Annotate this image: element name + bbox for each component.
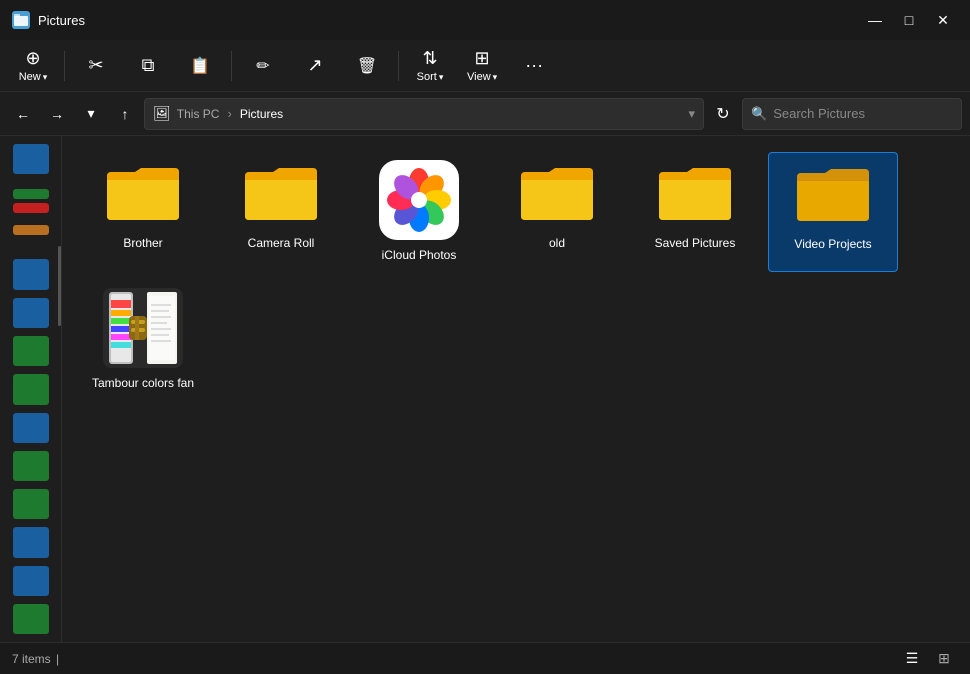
- main-content: Brother Camera Roll: [0, 136, 970, 642]
- folder-icon-video-projects: [793, 161, 873, 229]
- search-placeholder: Search Pictures: [773, 106, 865, 121]
- more-button[interactable]: ···: [509, 44, 559, 88]
- folder-icon-brother: [103, 160, 183, 228]
- folder-icon-saved-pictures: [655, 160, 735, 228]
- sidebar-item-3[interactable]: [13, 203, 49, 213]
- divider-2: [231, 51, 232, 81]
- address-pictures: Pictures: [240, 107, 283, 121]
- sidebar-item-9[interactable]: [13, 413, 49, 443]
- copy-button[interactable]: ⧉: [123, 44, 173, 88]
- forward-button[interactable]: →: [42, 99, 72, 129]
- sidebar-item-1[interactable]: [13, 144, 49, 174]
- sidebar-scrollbar[interactable]: [58, 246, 61, 326]
- view-toggle: ☰ ⊞: [898, 645, 958, 673]
- sort-icon: ⇅: [422, 48, 437, 69]
- file-label-saved-pictures: Saved Pictures: [655, 236, 736, 252]
- share-icon: ↗: [307, 55, 322, 76]
- status-bar: 7 items | ☰ ⊞: [0, 642, 970, 674]
- new-icon: ⊕: [25, 48, 40, 69]
- cut-button[interactable]: ✂: [71, 44, 121, 88]
- rename-button[interactable]: ✏: [238, 44, 288, 88]
- divider-3: [398, 51, 399, 81]
- sidebar-item-8[interactable]: [13, 374, 49, 404]
- sidebar-item-6[interactable]: [13, 298, 49, 328]
- file-item-old[interactable]: old: [492, 152, 622, 272]
- address-dropdown-icon[interactable]: ▾: [688, 106, 695, 122]
- sidebar-item-2[interactable]: [13, 189, 49, 199]
- file-item-icloud[interactable]: iCloud Photos: [354, 152, 484, 272]
- file-item-video-projects[interactable]: Video Projects: [768, 152, 898, 272]
- recent-button[interactable]: ▾: [76, 99, 106, 129]
- maximize-button[interactable]: □: [894, 5, 924, 35]
- app-icon: [12, 11, 30, 29]
- new-button[interactable]: ⊕ New ▾: [8, 44, 58, 88]
- file-label-camera-roll: Camera Roll: [248, 236, 315, 252]
- divider-1: [64, 51, 65, 81]
- window-title: Pictures: [38, 13, 85, 28]
- window-controls: — □ ✕: [860, 5, 958, 35]
- sidebar: [0, 136, 62, 642]
- sidebar-item-bottom2[interactable]: [13, 604, 49, 634]
- file-label-icloud: iCloud Photos: [382, 248, 457, 264]
- search-bar[interactable]: 🔍 Search Pictures: [742, 98, 962, 130]
- item-count: 7 items |: [12, 652, 59, 666]
- more-icon: ···: [525, 55, 543, 76]
- sort-button[interactable]: ⇅ Sort ▾: [405, 44, 455, 88]
- toolbar: ⊕ New ▾ ✂ ⧉ 📋 ✏ ↗ 🗑 ⇅ Sort ▾ ⊞ View ▾: [0, 40, 970, 92]
- folder-icon-camera-roll: [241, 160, 321, 228]
- close-button[interactable]: ✕: [928, 5, 958, 35]
- file-item-saved-pictures[interactable]: Saved Pictures: [630, 152, 760, 272]
- rename-icon: ✏: [256, 56, 269, 76]
- title-bar: Pictures — □ ✕: [0, 0, 970, 40]
- paste-icon: 📋: [190, 56, 210, 76]
- sidebar-item-4[interactable]: [13, 225, 49, 235]
- search-icon: 🔍: [751, 106, 767, 122]
- share-button[interactable]: ↗: [290, 44, 340, 88]
- sidebar-item-7[interactable]: [13, 336, 49, 366]
- back-button[interactable]: ←: [8, 99, 38, 129]
- address-this-pc: This PC: [177, 107, 220, 121]
- delete-button[interactable]: 🗑: [342, 44, 392, 88]
- file-item-tambour[interactable]: Tambour colors fan: [78, 280, 208, 400]
- file-area: Brother Camera Roll: [62, 136, 970, 642]
- file-item-brother[interactable]: Brother: [78, 152, 208, 272]
- cut-icon: ✂: [88, 55, 103, 76]
- file-label-old: old: [549, 236, 565, 252]
- paste-button[interactable]: 📋: [175, 44, 225, 88]
- file-label-tambour: Tambour colors fan: [92, 376, 194, 392]
- address-icon: 🖼: [153, 105, 171, 122]
- copy-icon: ⧉: [142, 55, 155, 76]
- sidebar-item-bottom[interactable]: [13, 566, 49, 596]
- refresh-button[interactable]: ↻: [708, 99, 738, 129]
- folder-icon-old: [517, 160, 597, 228]
- grid-view-button[interactable]: ⊞: [930, 645, 958, 673]
- list-view-button[interactable]: ☰: [898, 645, 926, 673]
- winrar-icon: [103, 288, 183, 368]
- file-label-brother: Brother: [123, 236, 162, 252]
- up-button[interactable]: ↑: [110, 99, 140, 129]
- sidebar-item-11[interactable]: [13, 489, 49, 519]
- icloud-icon: [379, 160, 459, 240]
- sidebar-item-12[interactable]: [13, 527, 49, 557]
- delete-icon: 🗑: [357, 56, 377, 76]
- nav-bar: ← → ▾ ↑ 🖼 This PC › Pictures ▾ ↻ 🔍 Searc…: [0, 92, 970, 136]
- sidebar-item-5[interactable]: [13, 259, 49, 289]
- sidebar-item-10[interactable]: [13, 451, 49, 481]
- file-label-video-projects: Video Projects: [794, 237, 871, 253]
- view-icon: ⊞: [475, 48, 490, 69]
- file-item-camera-roll[interactable]: Camera Roll: [216, 152, 346, 272]
- view-button[interactable]: ⊞ View ▾: [457, 44, 507, 88]
- address-bar[interactable]: 🖼 This PC › Pictures ▾: [144, 98, 704, 130]
- minimize-button[interactable]: —: [860, 5, 890, 35]
